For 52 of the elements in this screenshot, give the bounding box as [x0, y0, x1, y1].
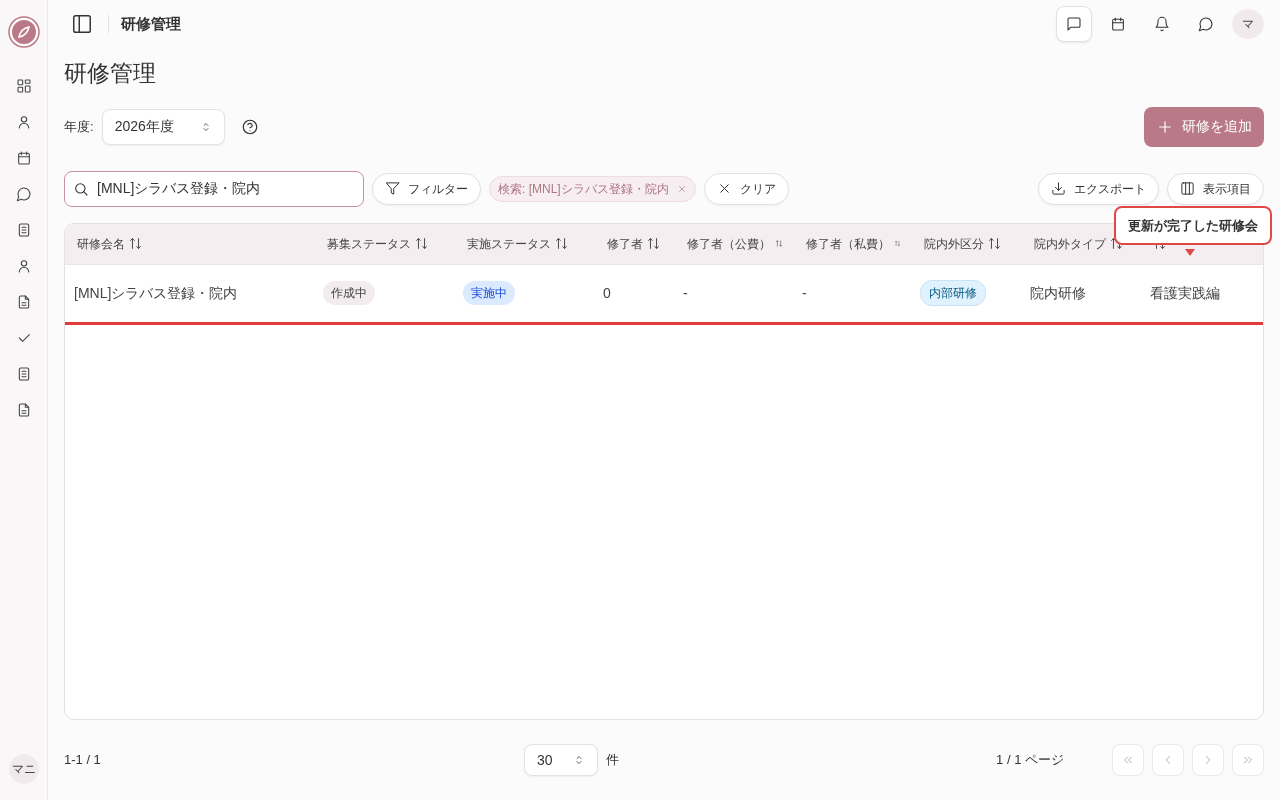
calendar-icon	[1110, 16, 1126, 32]
column-header[interactable]: 修了者（私費）	[806, 234, 890, 253]
user-avatar[interactable]: マニ	[8, 754, 39, 784]
columns-icon	[1180, 181, 1195, 196]
search-field[interactable]: [MNL]シラバス登録・院内	[64, 170, 364, 207]
header-action-button[interactable]	[1056, 6, 1092, 42]
tooltip: 更新が完了した研修会	[1114, 205, 1272, 245]
column-header[interactable]: 募集ステータス	[327, 234, 411, 253]
double-chevron-left-icon	[1121, 753, 1135, 767]
compass-logo-icon[interactable]	[7, 16, 40, 48]
export-button[interactable]: エクスポート	[1038, 172, 1159, 205]
column-header[interactable]: 院内外区分	[924, 234, 984, 253]
status-badge: 作成中	[323, 281, 375, 305]
breadcrumb-title: 研修管理	[121, 13, 181, 34]
chat-bubble-icon	[15, 186, 32, 202]
table-cell-text: -	[683, 283, 688, 303]
column-header[interactable]: 研修会名	[77, 234, 125, 253]
filter-icon	[385, 181, 400, 196]
table-cell-text: 院内研修	[1030, 283, 1086, 303]
chat-bubble-icon	[1198, 16, 1214, 32]
close-icon	[676, 183, 687, 194]
column-header[interactable]: 修了者（公費）	[687, 234, 771, 253]
message-icon	[1066, 16, 1082, 32]
page-size-select[interactable]: 30	[524, 744, 598, 776]
year-select[interactable]: 2026年度	[101, 108, 225, 145]
filter-button[interactable]: フィルター	[372, 172, 481, 205]
page-size-unit: 件	[605, 751, 619, 770]
calendar-icon	[15, 150, 32, 166]
table-cell-text: -	[802, 283, 807, 303]
double-chevron-right-icon	[1241, 753, 1255, 767]
table-cell-text: 0	[603, 283, 611, 303]
help-icon	[240, 117, 259, 136]
table-cell-text: [MNL]シラバス登録・院内	[74, 283, 238, 303]
page-info: 1 / 1 ページ	[996, 751, 1064, 770]
status-badge: 実施中	[463, 281, 515, 305]
sidebar-toggle-icon	[71, 13, 93, 35]
clear-button[interactable]: クリア	[703, 172, 789, 205]
column-header[interactable]: 院内外タイプ	[1034, 234, 1106, 253]
bell-icon	[1154, 16, 1170, 32]
page-title: 研修管理	[64, 59, 157, 88]
column-header[interactable]: 修了者	[607, 234, 643, 253]
search-icon	[73, 180, 89, 197]
status-badge: 内部研修	[920, 280, 986, 306]
table-cell-text: 看護実践編	[1150, 283, 1220, 303]
columns-button[interactable]: 表示項目	[1167, 172, 1264, 205]
user-avatar[interactable]: マ	[1232, 9, 1264, 39]
result-count: 1-1 / 1	[64, 751, 102, 770]
grid-icon	[15, 78, 32, 94]
year-label: 年度:	[64, 117, 94, 136]
download-icon	[1051, 181, 1066, 196]
tooltip-pointer	[1185, 248, 1195, 256]
column-header[interactable]: 実施ステータス	[467, 234, 551, 253]
